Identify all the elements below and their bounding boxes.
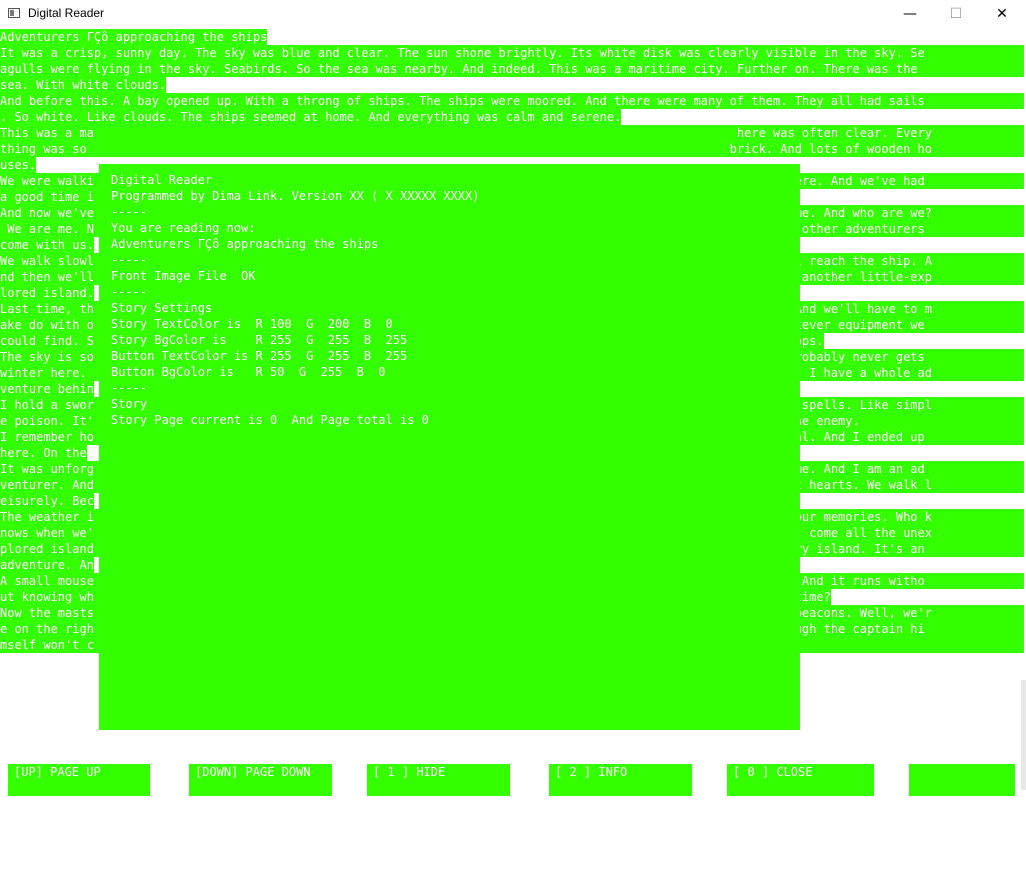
info-front-image: Front Image File OK xyxy=(111,269,256,283)
info-credits: Programmed by Dima Link. Version XX ( X … xyxy=(111,189,480,203)
story-line: It was a crisp, sunny day. The sky was b… xyxy=(0,45,1024,61)
info-separator: ----- xyxy=(111,381,148,395)
story-line: And before this. A bay opened up. With a… xyxy=(0,93,1024,109)
info-app-name: Digital Reader xyxy=(111,173,213,187)
info-separator: ----- xyxy=(111,285,148,299)
app-window-icon xyxy=(8,8,20,18)
story-line: sea. With white clouds. xyxy=(0,77,1024,93)
story-line-text: agulls were flying in the sky. Seabirds.… xyxy=(0,61,1024,77)
story-line-text: adventure. An xyxy=(0,557,94,573)
story-line: . So white. Like clouds. The ships seeme… xyxy=(0,109,1024,125)
minimize-icon: — xyxy=(903,6,917,22)
story-line-text: . So white. Like clouds. The ships seeme… xyxy=(0,109,622,125)
story-line-text: uses. xyxy=(0,157,37,173)
story-line-text: thing was so brick. And lots of wooden h… xyxy=(0,141,1024,157)
story-line: This was a ma here was often clear. Ever… xyxy=(0,125,1024,141)
story-line-text: sea. With white clouds. xyxy=(0,77,167,93)
story-line: Adventurers ΓÇô approaching the ships xyxy=(0,29,1024,45)
hide-button[interactable]: [ 1 ] HIDE xyxy=(367,764,510,796)
info-story-header: Story xyxy=(111,397,148,411)
info-reading-title: Adventurers ΓÇô approaching the ships xyxy=(111,237,379,251)
story-line-text: Adventurers ΓÇô approaching the ships xyxy=(0,29,268,45)
story-line-text: come with us. xyxy=(0,237,94,253)
info-button[interactable]: [ 2 ] INFO xyxy=(549,764,692,796)
info-panel: Digital Reader Programmed by Dima Link. … xyxy=(99,164,800,730)
maximize-icon: ☐ xyxy=(949,6,963,22)
page-indicator-button[interactable]: [ ? ] PAGE 0 / 0 xyxy=(909,764,1015,859)
page-counter: 0 / 0 xyxy=(915,845,959,859)
scrollbar[interactable] xyxy=(1021,680,1026,790)
minimize-button[interactable]: — xyxy=(887,0,933,28)
close-icon: ✕ xyxy=(996,6,1008,22)
info-separator: ----- xyxy=(111,253,148,267)
story-line-text: It was a crisp, sunny day. The sky was b… xyxy=(0,45,1024,61)
info-page-status: Story Page current is 0 And Page total i… xyxy=(111,413,429,427)
story-line-text: And before this. A bay opened up. With a… xyxy=(0,93,1024,109)
story-line-text: This was a ma here was often clear. Ever… xyxy=(0,125,1024,141)
info-bg-color: Story BgColor is R 255 G 255 B 255 xyxy=(111,333,408,347)
story-line-text: venture behin xyxy=(0,381,94,397)
story-line: thing was so brick. And lots of wooden h… xyxy=(0,141,1024,157)
info-text-color: Story TextColor is R 100 G 200 B 0 xyxy=(111,317,393,331)
close-button[interactable]: [ 0 ] CLOSE xyxy=(727,764,874,796)
close-window-button[interactable]: ✕ xyxy=(979,0,1025,28)
story-line-text: eisurely. Bec xyxy=(0,493,94,509)
info-reading-label: You are reading now: xyxy=(111,221,256,235)
story-line-text: lored island. xyxy=(0,285,94,301)
page-down-button[interactable]: [DOWN] PAGE DOWN xyxy=(189,764,332,796)
info-separator: ----- xyxy=(111,205,148,219)
maximize-button[interactable]: ☐ xyxy=(933,0,979,28)
story-line-text: here. On the xyxy=(0,445,87,461)
info-button-bg-color: Button BgColor is R 50 G 255 B 0 xyxy=(111,365,386,379)
page-up-button[interactable]: [UP] PAGE UP xyxy=(8,764,150,796)
window-title: Digital Reader xyxy=(28,6,105,20)
title-bar: Digital Reader — ☐ ✕ xyxy=(0,0,1026,28)
page-indicator-label: [ ? ] PAGE xyxy=(915,797,988,811)
story-line: agulls were flying in the sky. Seabirds.… xyxy=(0,61,1024,77)
info-button-text-color: Button TextColor is R 255 G 255 B 255 xyxy=(111,349,408,363)
info-settings-header: Story Settings xyxy=(111,301,213,315)
